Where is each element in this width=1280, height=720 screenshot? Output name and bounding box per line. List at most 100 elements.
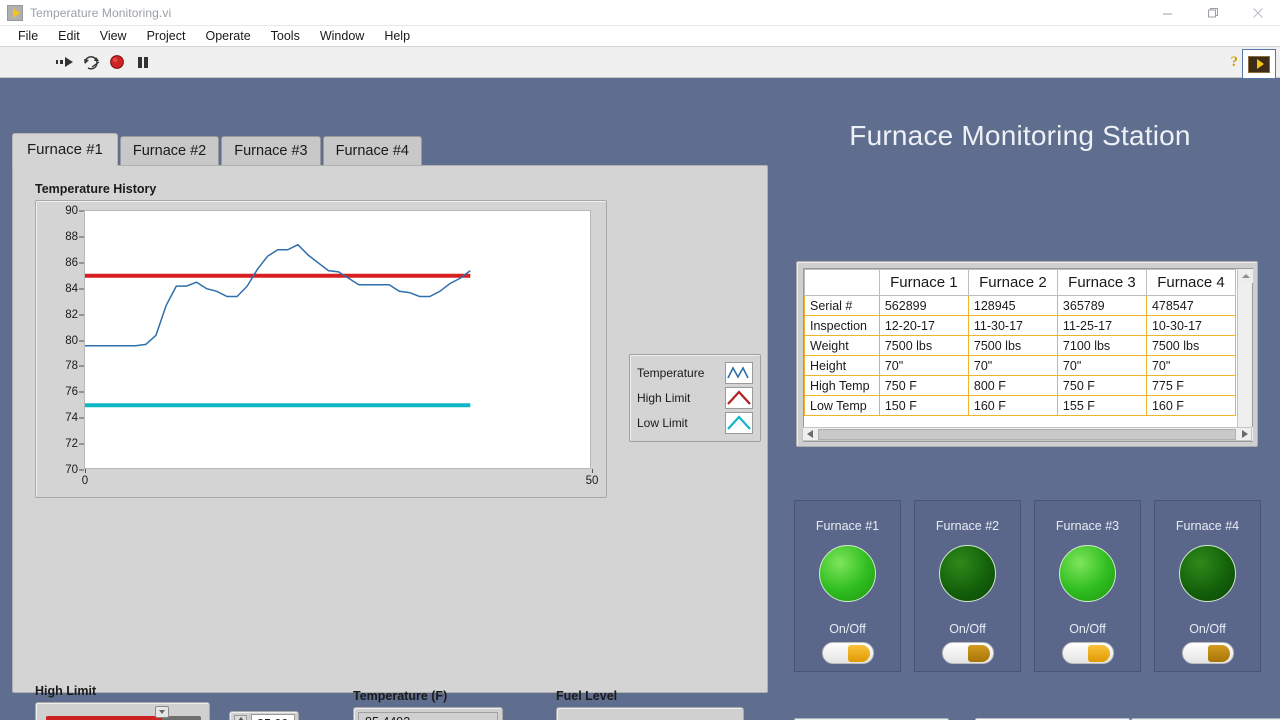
legend-row-temperature[interactable]: Temperature — [637, 361, 753, 385]
y-axis-tick-mark — [79, 288, 84, 289]
close-button[interactable] — [1235, 0, 1280, 26]
toggle-knob — [1088, 645, 1110, 662]
run-continuously-icon[interactable] — [78, 49, 104, 75]
table-cell[interactable]: 160 F — [1146, 396, 1235, 416]
help-question-icon[interactable]: ? — [1231, 54, 1239, 71]
furnace-1-toggle-label: On/Off — [795, 622, 900, 636]
table-header: Furnace 1 Furnace 2 Furnace 3 Furnace 4 — [805, 270, 1236, 296]
table-vertical-scrollbar[interactable] — [1237, 269, 1252, 441]
furnace-data-table[interactable]: Furnace 1 Furnace 2 Furnace 3 Furnace 4 … — [803, 268, 1253, 442]
table-cell[interactable]: 750 F — [879, 376, 968, 396]
table-cell[interactable]: 562899 — [879, 296, 968, 316]
table-cell[interactable]: 7500 lbs — [968, 336, 1057, 356]
y-axis-tick-mark — [79, 340, 84, 341]
y-axis-tick-mark — [79, 392, 84, 393]
table-cell[interactable]: 160 F — [968, 396, 1057, 416]
maximize-button[interactable] — [1190, 0, 1235, 26]
high-limit-numeric[interactable]: 85.00 — [229, 711, 299, 720]
table-cell[interactable]: 7100 lbs — [1057, 336, 1146, 356]
front-panel-icon — [1248, 56, 1270, 73]
furnace-4-power-toggle[interactable] — [1182, 642, 1234, 664]
high-limit-thumb[interactable] — [155, 706, 169, 718]
menu-item-operate[interactable]: Operate — [195, 26, 260, 47]
table-cell[interactable]: 7500 lbs — [879, 336, 968, 356]
table-cell[interactable]: 800 F — [968, 376, 1057, 396]
furnace-2-power-toggle[interactable] — [942, 642, 994, 664]
legend-swatch-temperature — [725, 362, 753, 384]
table-cell[interactable]: 478547 — [1146, 296, 1235, 316]
high-limit-slider[interactable]: 7075808590 — [35, 702, 210, 720]
furnace-1-power-toggle[interactable] — [822, 642, 874, 664]
table-header-row: Furnace 1 Furnace 2 Furnace 3 Furnace 4 — [805, 270, 1236, 296]
menu-bar: File Edit View Project Operate Tools Win… — [0, 26, 1280, 47]
table-row: Weight7500 lbs7500 lbs7100 lbs7500 lbs — [805, 336, 1236, 356]
minimize-button[interactable] — [1145, 0, 1190, 26]
table-cell[interactable]: 70" — [1057, 356, 1146, 376]
table-cell[interactable]: 12-20-17 — [879, 316, 968, 336]
scroll-left-icon[interactable] — [803, 428, 817, 440]
table-cell[interactable]: 11-25-17 — [1057, 316, 1146, 336]
spin-up-icon[interactable] — [234, 715, 247, 720]
y-axis-tick-mark — [79, 470, 84, 471]
legend-label-low-limit: Low Limit — [637, 416, 688, 430]
furnace-3-power-toggle[interactable] — [1062, 642, 1114, 664]
menu-item-tools[interactable]: Tools — [261, 26, 310, 47]
high-limit-spinner[interactable] — [234, 715, 248, 720]
table-cell[interactable]: 155 F — [1057, 396, 1146, 416]
table-row: High Temp750 F800 F750 F775 F — [805, 376, 1236, 396]
legend-row-high-limit[interactable]: High Limit — [637, 386, 753, 410]
table-col-furnace-2: Furnace 2 — [968, 270, 1057, 296]
y-axis-tick-label: 78 — [65, 360, 78, 372]
plot-legend[interactable]: Temperature High Limit Low Limit — [629, 354, 761, 442]
hscroll-thumb[interactable] — [818, 429, 1236, 440]
temperature-history-graph[interactable]: 7072747678808284868890 050 — [35, 200, 607, 498]
furnace-card-3: Furnace #3 On/Off — [1034, 500, 1141, 672]
table-cell[interactable]: 11-30-17 — [968, 316, 1057, 336]
y-axis-tick-label: 82 — [65, 309, 78, 321]
toggle-knob — [1208, 645, 1230, 662]
menu-item-help[interactable]: Help — [374, 26, 420, 47]
high-limit-value[interactable]: 85.00 — [251, 714, 295, 720]
high-limit-track[interactable] — [46, 716, 201, 720]
table-cell[interactable]: 7500 lbs — [1146, 336, 1235, 356]
scroll-right-icon[interactable] — [1237, 428, 1251, 440]
run-arrow-icon[interactable] — [52, 49, 78, 75]
tab-furnace-4[interactable]: Furnace #4 — [323, 136, 422, 165]
tab-furnace-1[interactable]: Furnace #1 — [12, 133, 118, 166]
table-cell[interactable]: 775 F — [1146, 376, 1235, 396]
table-row: Serial #562899128945365789478547 — [805, 296, 1236, 316]
furnace-2-toggle-label: On/Off — [915, 622, 1020, 636]
menu-item-window[interactable]: Window — [310, 26, 374, 47]
legend-row-low-limit[interactable]: Low Limit — [637, 411, 753, 435]
scroll-up-icon[interactable] — [1238, 269, 1253, 283]
menu-item-project[interactable]: Project — [137, 26, 196, 47]
table-horizontal-scrollbar[interactable] — [802, 427, 1252, 441]
furnace-card-3-title: Furnace #3 — [1035, 519, 1140, 533]
front-panel-window-button[interactable] — [1242, 49, 1276, 79]
pause-icon[interactable] — [130, 49, 156, 75]
table-cell[interactable]: 365789 — [1057, 296, 1146, 316]
toggle-knob — [968, 645, 990, 662]
furnace-card-4-title: Furnace #4 — [1155, 519, 1260, 533]
toolbar-spacer — [0, 78, 1280, 95]
y-axis-tick-mark — [79, 314, 84, 315]
tab-furnace-2[interactable]: Furnace #2 — [120, 136, 219, 165]
y-axis-tick-label: 80 — [65, 335, 78, 347]
table-cell[interactable]: 70" — [879, 356, 968, 376]
table-cell[interactable]: 10-30-17 — [1146, 316, 1235, 336]
tab-furnace-3[interactable]: Furnace #3 — [221, 136, 320, 165]
table-cell[interactable]: 750 F — [1057, 376, 1146, 396]
menu-item-view[interactable]: View — [90, 26, 137, 47]
abort-execution-icon[interactable] — [104, 49, 130, 75]
furnace-4-status-led — [1179, 545, 1236, 602]
temperature-value: 85.4492 — [358, 712, 498, 720]
table-cell[interactable]: 150 F — [879, 396, 968, 416]
table-cell[interactable]: 70" — [1146, 356, 1235, 376]
table-row-label: Inspection — [805, 316, 880, 336]
x-axis-tick-mark — [592, 469, 593, 473]
menu-item-file[interactable]: File — [8, 26, 48, 47]
table-hscroll-container — [796, 424, 1258, 444]
table-cell[interactable]: 70" — [968, 356, 1057, 376]
menu-item-edit[interactable]: Edit — [48, 26, 90, 47]
table-cell[interactable]: 128945 — [968, 296, 1057, 316]
